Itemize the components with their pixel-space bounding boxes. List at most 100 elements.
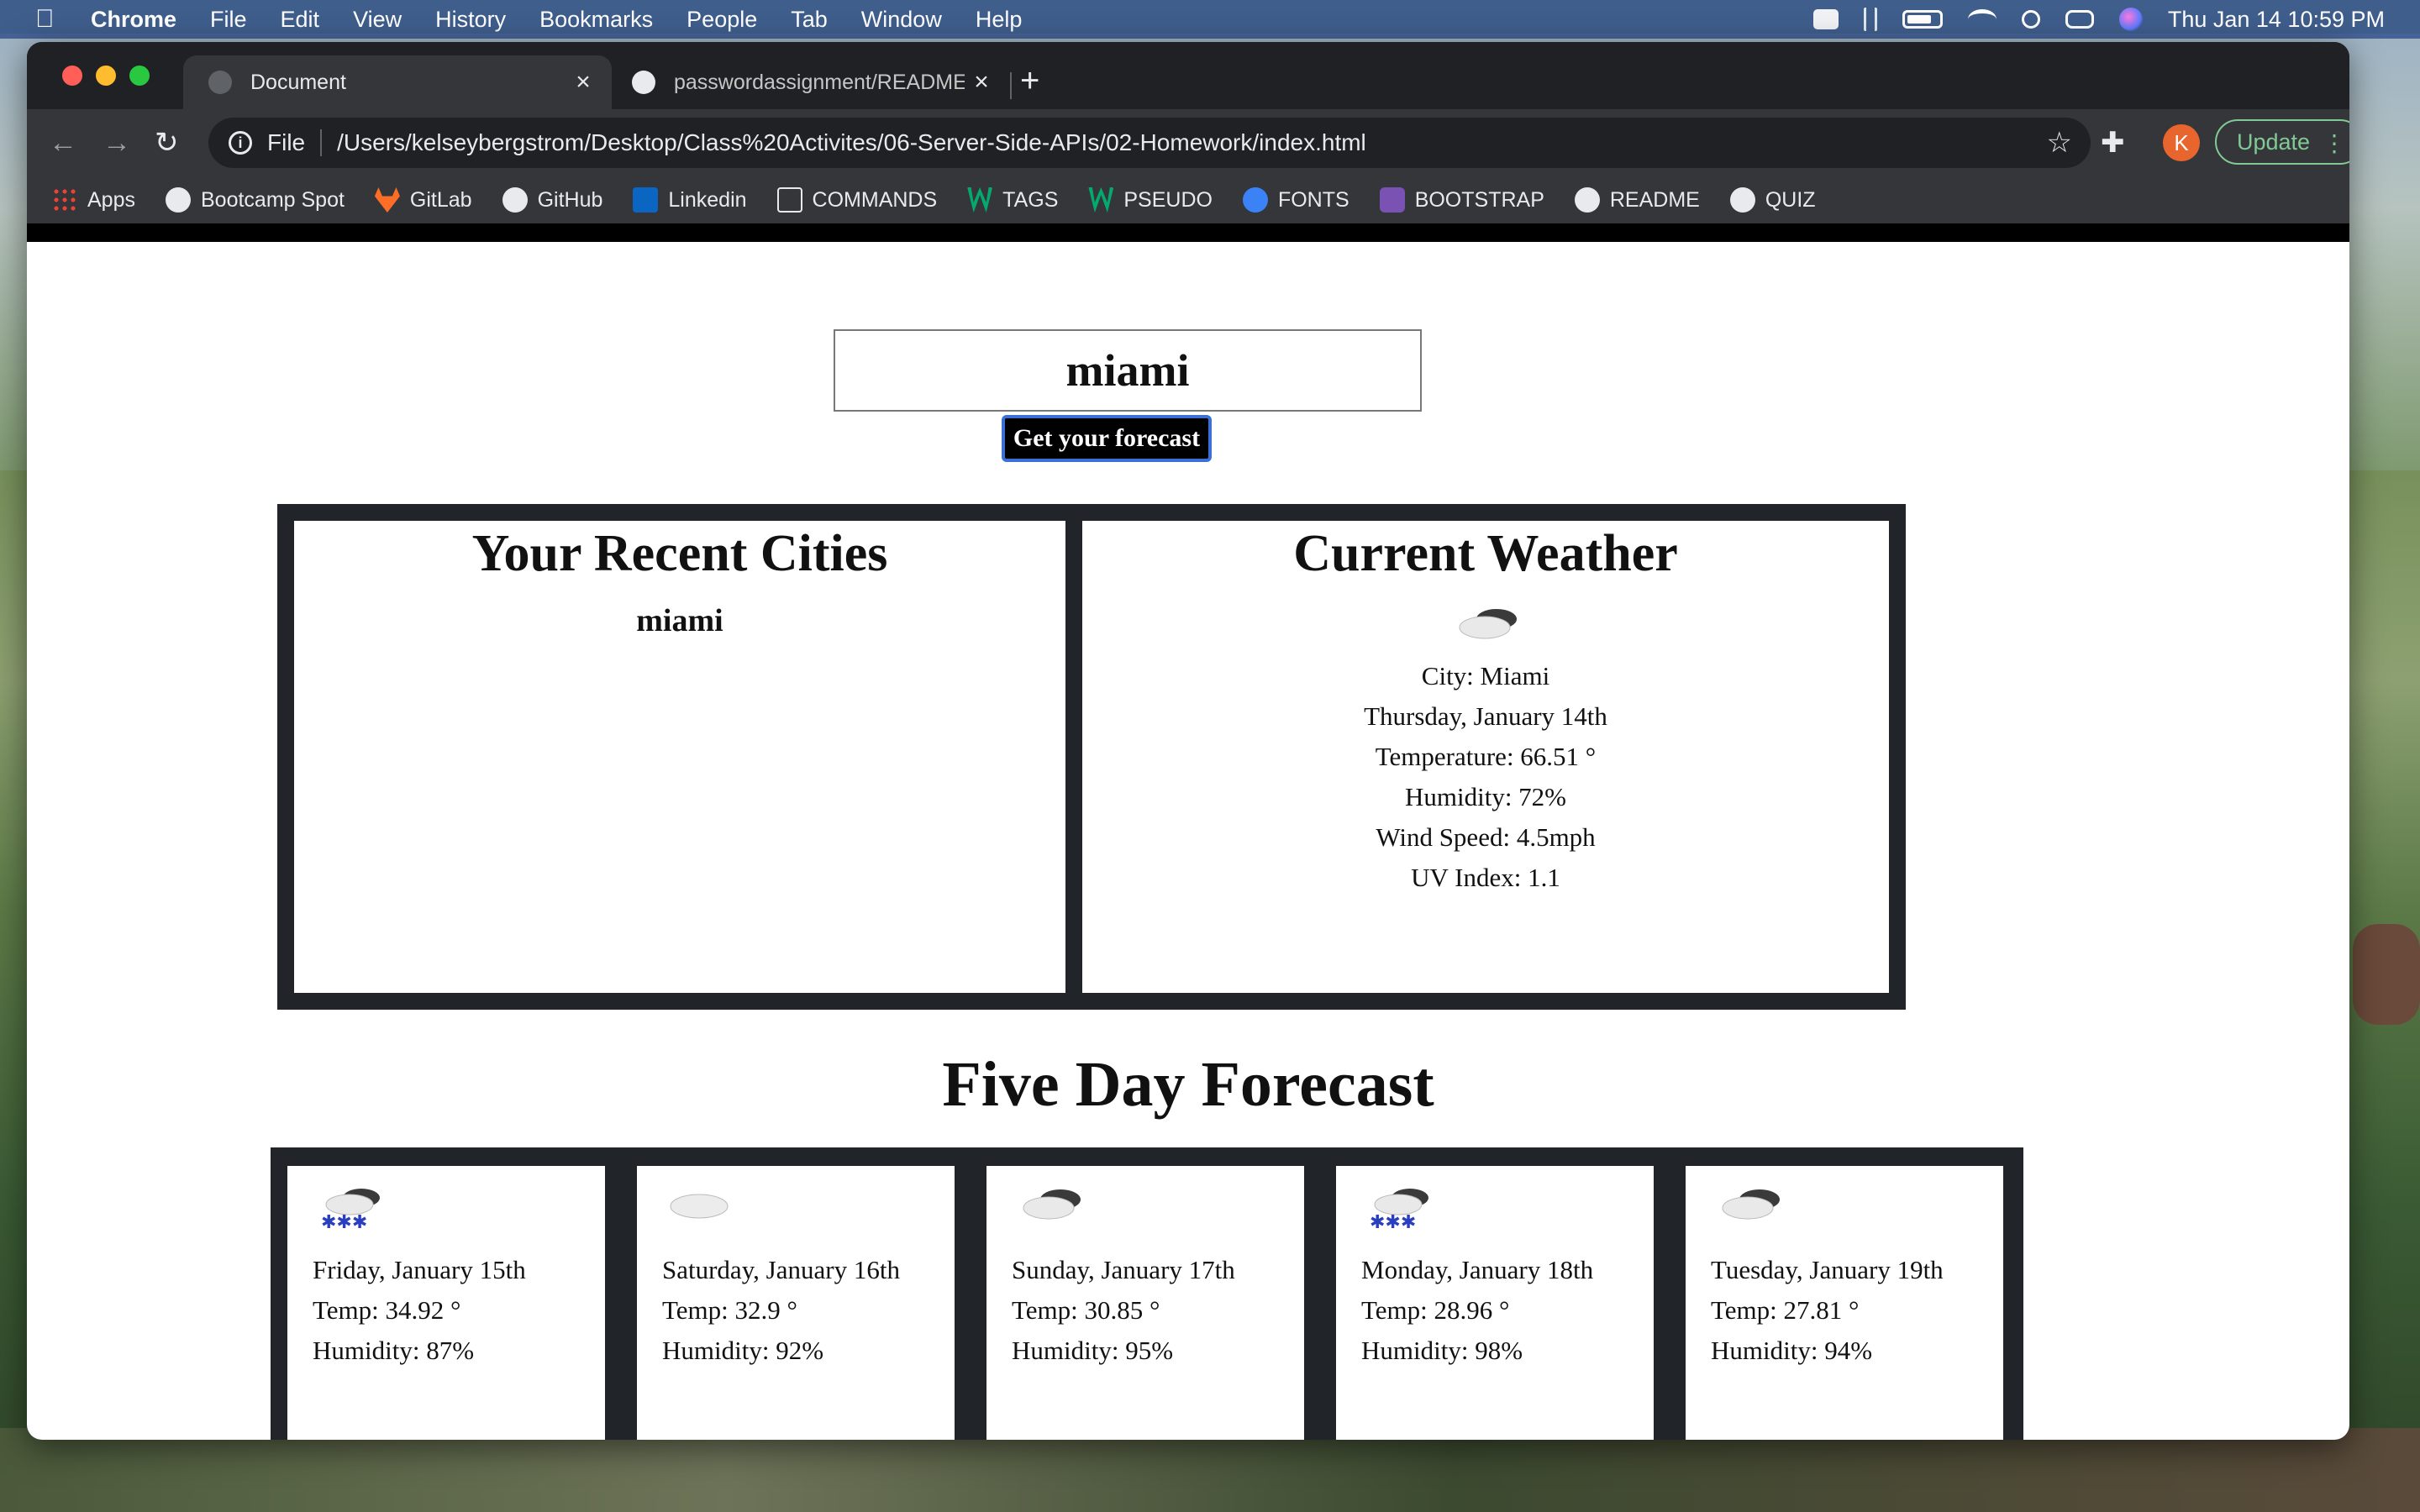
menu-app-name[interactable]: Chrome [91, 7, 176, 33]
apps-grid-icon [52, 187, 77, 213]
forecast-humidity: Humidity: 94% [1711, 1336, 1873, 1365]
bookmark-pseudo[interactable]: PSEUDO [1088, 187, 1213, 213]
menu-edit[interactable]: Edit [281, 7, 320, 33]
address-url[interactable]: /Users/kelseybergstrom/Desktop/Class%20A… [337, 129, 2046, 156]
control-center-icon[interactable] [2065, 10, 2094, 29]
desktop-wallpaper-rock [2353, 924, 2420, 1025]
menu-clock[interactable]: Thu Jan 14 10:59 PM [2168, 7, 2385, 33]
bluetooth-icon[interactable] [1863, 8, 1877, 31]
macos-menu-bar:  Chrome File Edit View History Bookmark… [0, 0, 2420, 39]
cloud-icon [670, 1194, 729, 1219]
bookmark-label: BOOTSTRAP [1414, 187, 1544, 212]
bootstrap-icon [1379, 187, 1405, 213]
menu-window[interactable]: Window [861, 7, 942, 33]
browser-toolbar: ← → ↻ i File /Users/kelseybergstrom/Desk… [27, 109, 2349, 176]
zoom-window-button[interactable] [129, 66, 150, 86]
tab-document[interactable]: Document × [183, 55, 612, 109]
chrome-window: Document × passwordassignment/README × +… [27, 42, 2349, 1440]
bookmark-label: PSEUDO [1123, 187, 1213, 212]
forecast-temp: Temp: 28.96 ° [1361, 1295, 1510, 1325]
profile-avatar[interactable]: K [2163, 124, 2200, 161]
bookmark-tags[interactable]: TAGS [967, 187, 1058, 213]
web-page: Get your forecast Your Recent Cities mia… [27, 242, 2349, 1440]
minimize-window-button[interactable] [96, 66, 116, 86]
svg-text:✱✱✱: ✱✱✱ [1370, 1212, 1416, 1231]
get-forecast-button[interactable]: Get your forecast [1002, 415, 1212, 462]
current-city: City: Miami [1421, 661, 1550, 690]
forecast-date: Friday, January 15th [313, 1255, 526, 1284]
current-date: Thursday, January 14th [1364, 701, 1607, 731]
recent-city-item[interactable]: miami [294, 602, 1065, 639]
bookmark-apps[interactable]: Apps [52, 187, 135, 213]
forward-arrow-icon[interactable]: → [103, 124, 131, 161]
close-window-button[interactable] [62, 66, 82, 86]
snow-icon: ✱✱✱ [321, 1189, 380, 1231]
forecast-temp: Temp: 32.9 ° [662, 1295, 797, 1325]
svg-text:✱✱✱: ✱✱✱ [321, 1212, 367, 1231]
wifi-icon[interactable] [1967, 9, 1996, 29]
close-tab-icon[interactable]: × [965, 68, 998, 97]
bookmark-label: GitLab [409, 187, 472, 212]
extensions-puzzle-icon[interactable]: ✚ [2101, 126, 2125, 160]
tab-readme[interactable]: passwordassignment/README × [615, 55, 1010, 109]
current-weather-panel: Current Weather City: Miami Thursday, Ja… [1082, 521, 1889, 993]
bookmark-label: FONTS [1277, 187, 1349, 212]
bookmark-commands[interactable]: COMMANDS [776, 187, 938, 213]
close-tab-icon[interactable]: × [566, 68, 600, 97]
bookmark-label: TAGS [1002, 187, 1059, 212]
forecast-day-card: ✱✱✱ Monday, January 18th Temp: 28.96 ° H… [1336, 1166, 1654, 1440]
battery-icon[interactable] [1902, 10, 1943, 29]
globe-icon [208, 71, 232, 94]
bookmark-quiz[interactable]: QUIZ [1729, 187, 1816, 213]
forecast-day-card: ✱✱✱ Friday, January 15th Temp: 34.92 ° H… [287, 1166, 605, 1440]
github-icon [632, 71, 655, 94]
forecast-humidity: Humidity: 95% [1012, 1336, 1174, 1365]
apple-menu-icon[interactable]:  [35, 5, 69, 34]
bookmark-fonts[interactable]: FONTS [1242, 187, 1349, 213]
github-icon [502, 187, 528, 213]
bookmark-linkedin[interactable]: Linkedin [633, 187, 747, 213]
menu-history[interactable]: History [435, 7, 506, 33]
menu-bookmarks[interactable]: Bookmarks [539, 7, 653, 33]
bookmarks-bar: Apps Bootcamp Spot GitLab GitHub Linkedi… [27, 176, 2349, 223]
bookmark-star-icon[interactable]: ☆ [2047, 126, 2072, 160]
chrome-menu-kebab-icon[interactable]: ⋮ [2323, 129, 2346, 157]
menu-people[interactable]: People [687, 7, 757, 33]
menu-view[interactable]: View [353, 7, 402, 33]
menu-file[interactable]: File [210, 7, 247, 33]
cloudy-icon [1023, 1189, 1081, 1220]
camera-status-icon[interactable] [1812, 9, 1839, 29]
page-header-bar [27, 223, 2349, 242]
weather-overview-section: Your Recent Cities miami Current Weather… [277, 504, 1906, 1010]
gitlab-icon [374, 187, 400, 213]
bookmark-bootcamp-spot[interactable]: Bootcamp Spot [165, 187, 345, 213]
bookmark-gitlab[interactable]: GitLab [374, 187, 472, 213]
fonts-icon [1242, 187, 1268, 213]
city-search-input[interactable] [834, 329, 1422, 412]
globe-icon [1729, 187, 1755, 213]
bookmark-label: COMMANDS [812, 187, 938, 212]
forecast-day-card: Sunday, January 17th Temp: 30.85 ° Humid… [986, 1166, 1304, 1440]
terminal-icon [776, 187, 802, 213]
menu-tab[interactable]: Tab [791, 7, 828, 33]
update-button[interactable]: Update ⋮ [2215, 119, 2349, 165]
siri-icon[interactable] [2118, 8, 2143, 31]
forecast-date: Sunday, January 17th [1012, 1255, 1235, 1284]
spotlight-search-icon[interactable] [2021, 10, 2040, 29]
new-tab-button[interactable]: + [1020, 64, 1039, 97]
bookmark-readme[interactable]: README [1574, 187, 1700, 213]
reload-icon[interactable]: ↻ [155, 124, 179, 161]
forecast-day-card: Tuesday, January 19th Temp: 27.81 ° Humi… [1686, 1166, 2003, 1440]
menu-help[interactable]: Help [976, 7, 1023, 33]
globe-icon [1574, 187, 1600, 213]
desktop-wallpaper-water [0, 1428, 2420, 1512]
bookmark-label: Bootcamp Spot [200, 187, 345, 212]
tab-title: passwordassignment/README [674, 70, 965, 94]
bookmark-label: GitHub [537, 187, 603, 212]
bookmark-github[interactable]: GitHub [502, 187, 603, 213]
bookmark-bootstrap[interactable]: BOOTSTRAP [1379, 187, 1544, 213]
back-arrow-icon[interactable]: ← [49, 124, 77, 161]
site-info-icon[interactable]: i [229, 131, 252, 155]
recent-cities-panel: Your Recent Cities miami [294, 521, 1065, 993]
address-bar[interactable]: i File /Users/kelseybergstrom/Desktop/Cl… [208, 118, 2091, 168]
